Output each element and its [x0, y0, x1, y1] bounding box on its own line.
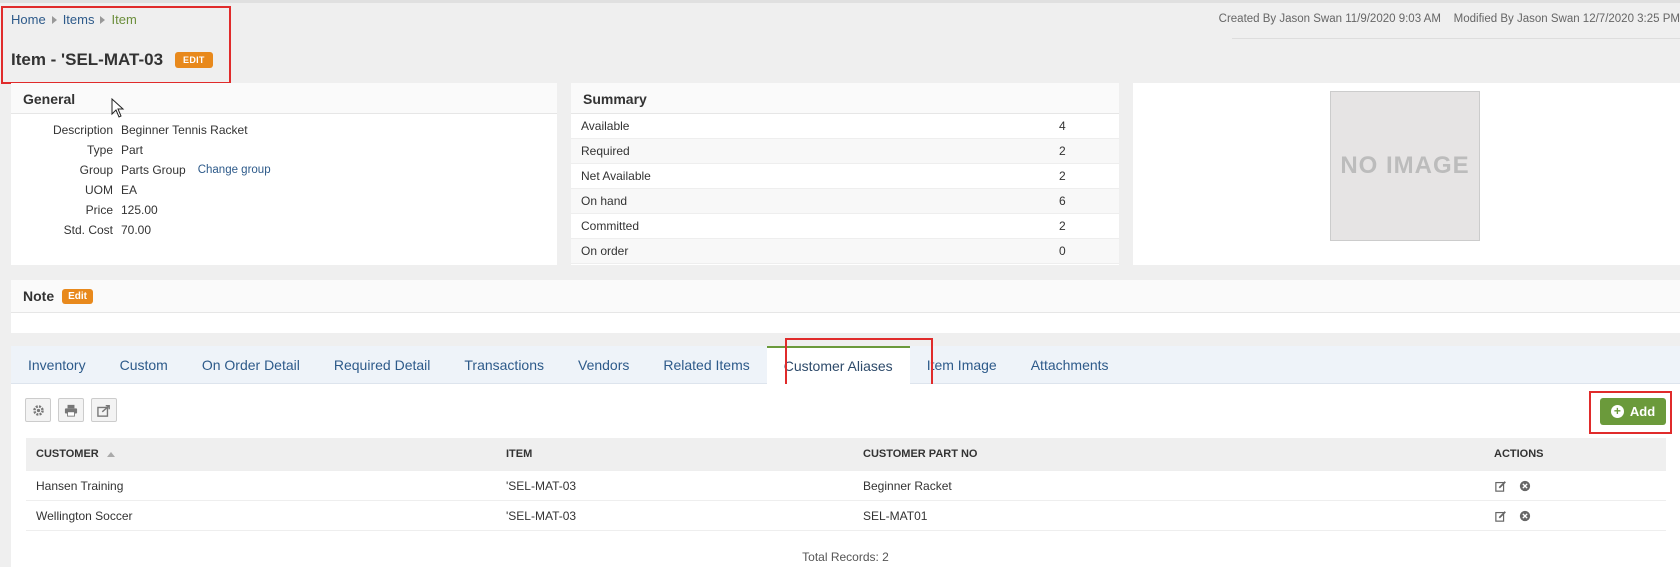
export-button[interactable]	[91, 398, 117, 422]
table-row: Wellington Soccer 'SEL-MAT-03 SEL-MAT01	[26, 501, 1666, 531]
field-label: UOM	[85, 183, 113, 197]
customer-aliases-panel: + Add CUSTOMER ITEM CUSTOMER PART NO ACT…	[11, 384, 1680, 567]
cell-item: 'SEL-MAT-03	[506, 508, 577, 523]
summary-heading: Summary	[571, 83, 1119, 114]
change-group-link[interactable]: Change group	[198, 164, 271, 176]
summary-row: Available 4	[571, 114, 1119, 139]
field-row: Group Parts Group Change group	[11, 160, 557, 180]
field-label: Type	[86, 143, 113, 157]
field-row: Description Beginner Tennis Racket	[11, 120, 557, 140]
tab-custom[interactable]: Custom	[103, 346, 185, 384]
summary-label: Net Available	[581, 169, 651, 183]
total-records: Total Records: 2	[802, 550, 889, 564]
header-label: CUSTOMER	[36, 448, 99, 460]
mouse-cursor-icon	[111, 98, 125, 118]
field-row: Price 125.00	[11, 200, 557, 220]
divider	[1232, 38, 1680, 39]
export-icon	[97, 404, 110, 417]
tab-attachments[interactable]: Attachments	[1014, 346, 1126, 384]
field-label: Std. Cost	[63, 223, 113, 237]
summary-label: Committed	[581, 219, 640, 233]
note-header: Note Edit	[11, 280, 1680, 313]
summary-row: On hand 6	[571, 189, 1119, 214]
note-heading: Note	[23, 288, 55, 304]
aliases-grid: CUSTOMER ITEM CUSTOMER PART NO ACTIONS H…	[26, 438, 1666, 531]
tab-related-items[interactable]: Related Items	[646, 346, 766, 384]
field-row: UOM EA	[11, 180, 557, 200]
col-item-header[interactable]: ITEM	[506, 448, 863, 460]
settings-button[interactable]	[25, 398, 51, 422]
tab-vendors[interactable]: Vendors	[561, 346, 646, 384]
summary-value: 2	[1059, 219, 1066, 233]
summary-label: On order	[581, 244, 629, 258]
delete-icon[interactable]	[1518, 509, 1532, 523]
general-fields: Description Beginner Tennis Racket Type Pa…	[11, 114, 557, 240]
cell-customer: Wellington Soccer	[36, 508, 133, 523]
highlight-box	[1, 6, 231, 84]
col-actions-header: ACTIONS	[1494, 448, 1544, 460]
col-customer-header[interactable]: CUSTOMER	[26, 448, 506, 460]
field-value: 70.00	[121, 223, 152, 237]
field-value: Parts Group	[121, 163, 186, 177]
gear-icon	[32, 404, 44, 416]
summary-row: Required 2	[571, 139, 1119, 164]
print-icon	[64, 404, 78, 417]
field-value: EA	[121, 183, 138, 197]
grid-header-row: CUSTOMER ITEM CUSTOMER PART NO ACTIONS	[26, 438, 1666, 471]
field-label: Group	[79, 163, 113, 177]
highlight-box	[1589, 391, 1672, 434]
summary-label: Required	[581, 144, 630, 158]
field-row: Type Part	[11, 140, 557, 160]
summary-rows: Available 4 Required 2 Net Available 2 On h…	[571, 114, 1119, 264]
tab-inventory[interactable]: Inventory	[11, 346, 103, 384]
cell-part: SEL-MAT01	[863, 508, 928, 523]
summary-row: Committed 2	[571, 214, 1119, 239]
field-label: Description	[52, 123, 113, 137]
edit-icon[interactable]	[1494, 509, 1508, 523]
summary-row: Net Available 2	[571, 164, 1119, 189]
note-panel: Note Edit	[11, 280, 1680, 333]
summary-value: 0	[1059, 244, 1066, 258]
summary-value: 2	[1059, 169, 1066, 183]
summary-label: Available	[581, 119, 630, 133]
general-panel: General Description Beginner Tennis Racke…	[11, 83, 557, 265]
cell-actions	[1494, 479, 1666, 493]
field-value: Beginner Tennis Racket	[121, 123, 248, 137]
field-value: Part	[121, 143, 144, 157]
sort-ascending-icon	[106, 451, 115, 457]
field-label: Price	[85, 203, 113, 217]
col-customer-part-header[interactable]: CUSTOMER PART NO	[863, 448, 1494, 460]
table-row: Hansen Training 'SEL-MAT-03 Beginner Rac…	[26, 471, 1666, 501]
audit-info: Created By Jason Swan 11/9/2020 9:03 AM …	[1218, 13, 1680, 25]
image-panel: NO IMAGE	[1133, 83, 1680, 265]
summary-value: 4	[1059, 119, 1066, 133]
summary-value: 2	[1059, 144, 1066, 158]
summary-value: 6	[1059, 194, 1066, 208]
edit-note-button[interactable]: Edit	[62, 288, 94, 304]
field-row: Std. Cost 70.00	[11, 220, 557, 240]
cell-customer: Hansen Training	[36, 478, 124, 493]
highlight-box	[785, 338, 933, 387]
print-button[interactable]	[58, 398, 84, 422]
tab-transactions[interactable]: Transactions	[447, 346, 561, 384]
cell-item: 'SEL-MAT-03	[506, 478, 577, 493]
edit-icon[interactable]	[1494, 479, 1508, 493]
summary-label: On hand	[581, 194, 628, 208]
tab-on-order-detail[interactable]: On Order Detail	[185, 346, 317, 384]
cell-actions	[1494, 509, 1666, 523]
summary-row: On order 0	[571, 239, 1119, 264]
top-border	[0, 0, 1680, 3]
general-heading: General	[11, 83, 557, 114]
summary-panel: Summary Available 4 Required 2 Net Availab…	[571, 83, 1119, 265]
tab-required-detail[interactable]: Required Detail	[317, 346, 448, 384]
delete-icon[interactable]	[1518, 479, 1532, 493]
no-image-placeholder[interactable]: NO IMAGE	[1330, 91, 1480, 241]
cell-part: Beginner Racket	[863, 478, 952, 493]
field-value: 125.00	[121, 203, 158, 217]
